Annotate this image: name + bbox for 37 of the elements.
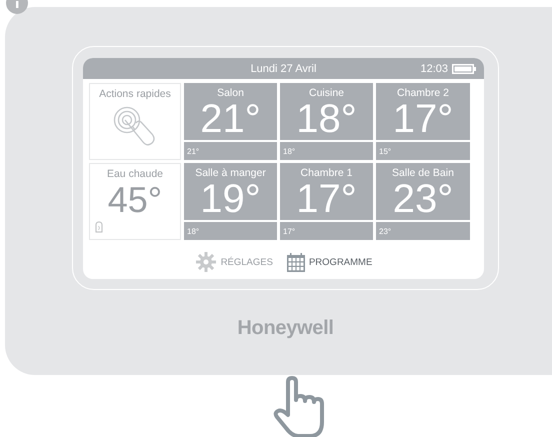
room-current-temperature: 21°: [184, 142, 277, 160]
room-name: Chambre 2: [397, 87, 449, 99]
touch-hand-icon: [113, 106, 157, 148]
room-current-temperature: 15°: [376, 142, 470, 160]
room-setpoint: 17°: [296, 179, 357, 219]
room-setpoint: 19°: [200, 179, 261, 219]
room-current-temperature: 18°: [184, 222, 277, 240]
hot-water-tile[interactable]: Eau chaude 45°: [89, 163, 181, 240]
room-setpoint: 18°: [296, 99, 357, 139]
room-name: Salon: [217, 87, 244, 99]
room-tile[interactable]: Cuisine 18°: [280, 83, 373, 140]
nav-tab[interactable]: RÉGLAGES: [194, 252, 273, 272]
settings-icon: [194, 252, 217, 272]
room-setpoint: 21°: [200, 99, 261, 139]
room-current-temperature: 18°: [280, 142, 373, 160]
brand-logo: Honeywell: [236, 317, 335, 340]
calendar-icon: [286, 252, 305, 272]
room-name: Cuisine: [308, 87, 344, 99]
room-name: Salle de Bain: [392, 167, 454, 179]
room-current-temperature: 17°: [280, 222, 373, 240]
room-current-temperature: 23°: [376, 222, 470, 240]
room-tile[interactable]: Chambre 2 17°: [376, 83, 470, 140]
time-label: 12:03: [420, 62, 448, 74]
nav-tab[interactable]: PROGRAMME: [286, 252, 372, 272]
room-setpoint: 23°: [392, 179, 454, 219]
room-tile[interactable]: Salle à manger 19°: [184, 163, 277, 220]
room-setpoint: 17°: [392, 99, 454, 139]
room-tile[interactable]: Salle de Bain 23°: [376, 163, 470, 220]
room-tile[interactable]: Salon 21°: [184, 83, 277, 140]
room-tile[interactable]: Chambre 1 17°: [280, 163, 373, 220]
tank-icon: [95, 221, 103, 233]
battery-icon: [452, 64, 476, 74]
room-name: Chambre 1: [300, 167, 352, 179]
room-name: Salle à manger: [195, 167, 266, 179]
date-label: Lundi 27 Avril: [250, 62, 316, 74]
pointing-hand-icon: [271, 375, 327, 437]
quick-actions-tile[interactable]: Actions rapides: [89, 83, 181, 160]
